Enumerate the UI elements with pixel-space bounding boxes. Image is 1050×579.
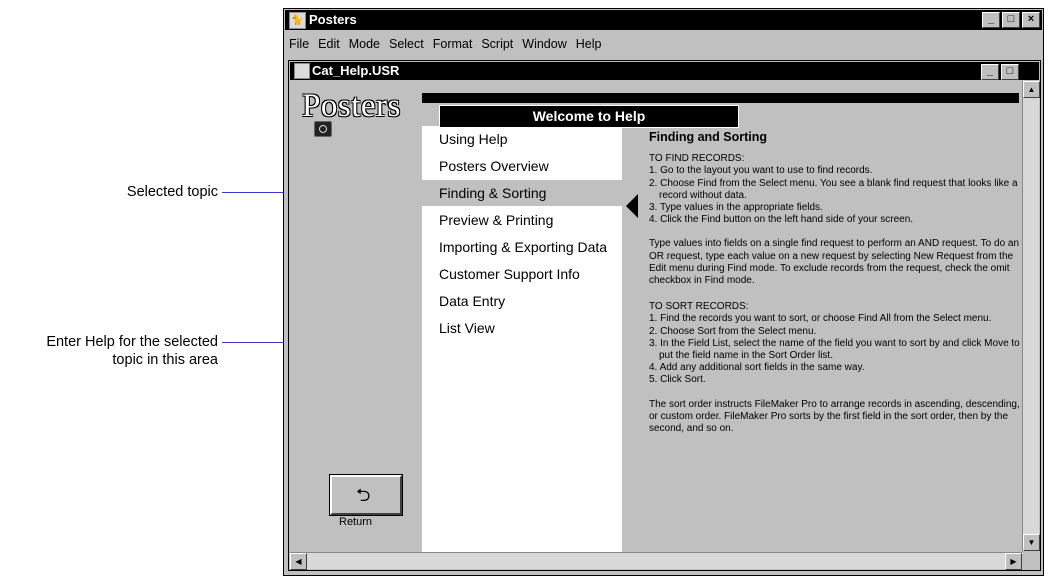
topic-posters-overview[interactable]: Posters Overview — [422, 153, 622, 179]
callout-enter-help-line1: Enter Help for the selected — [46, 334, 218, 350]
help-text-area[interactable]: Finding and Sorting TO FIND RECORDS: 1. … — [649, 131, 1021, 447]
document-minimize-button[interactable]: _ — [981, 64, 999, 80]
topic-data-entry[interactable]: Data Entry — [422, 288, 622, 314]
app-icon[interactable]: 🐈 — [289, 12, 306, 29]
sort-title: TO SORT RECORDS: — [649, 301, 749, 313]
app-titlebar[interactable]: 🐈 Posters _ □ × — [285, 10, 1042, 30]
menu-script[interactable]: Script — [478, 33, 519, 53]
resize-grip-icon[interactable] — [1023, 553, 1039, 569]
minimize-button[interactable]: _ — [982, 12, 1000, 28]
horizontal-scrollbar[interactable]: ◀ ▶ — [290, 552, 1022, 570]
maximize-button[interactable]: □ — [1002, 12, 1020, 28]
callout-enter-help-line2: topic in this area — [112, 352, 218, 368]
find-title: TO FIND RECORDS: — [649, 153, 745, 165]
menu-help[interactable]: Help — [573, 33, 608, 53]
menu-mode[interactable]: Mode — [346, 33, 386, 53]
vertical-scrollbar[interactable]: ▲ ▼ — [1022, 81, 1040, 551]
scroll-up-icon[interactable]: ▲ — [1023, 81, 1040, 98]
topic-customer-support[interactable]: Customer Support Info — [422, 261, 622, 287]
sort-step: 5. Click Sort. — [649, 374, 706, 386]
document-window: Cat_Help.USR _ □ Posters Using Help Post… — [288, 60, 1041, 571]
help-heading: Finding and Sorting — [649, 130, 768, 144]
layout-area: Posters Using Help Posters Overview Find… — [292, 83, 1021, 559]
topic-preview-printing[interactable]: Preview & Printing — [422, 207, 622, 233]
menu-bar: File Edit Mode Select Format Script Wind… — [286, 33, 607, 53]
menu-select[interactable]: Select — [386, 33, 430, 53]
return-button[interactable]: ⮌ — [330, 475, 402, 515]
menu-file[interactable]: File — [286, 33, 315, 53]
find-step: 4. Click the Find button on the left han… — [649, 214, 914, 226]
callout-enter-help: Enter Help for the selected topic in thi… — [0, 333, 218, 369]
menu-edit[interactable]: Edit — [315, 33, 346, 53]
document-titlebar[interactable]: Cat_Help.USR _ □ — [290, 62, 1039, 80]
scroll-down-icon[interactable]: ▼ — [1023, 534, 1040, 551]
sort-step: 4. Add any additional sort fields in the… — [649, 362, 865, 374]
app-window: 🐈 Posters _ □ × File Edit Mode Select Fo… — [283, 8, 1044, 576]
scroll-left-icon[interactable]: ◀ — [290, 553, 307, 570]
scroll-right-icon[interactable]: ▶ — [1005, 553, 1022, 570]
topic-list: Using Help Posters Overview Finding & So… — [422, 126, 622, 559]
window-controls: _ □ × — [982, 12, 1040, 28]
sort-step: 2. Choose Sort from the Select menu. — [649, 325, 817, 337]
return-arrow-icon: ⮌ — [356, 485, 371, 505]
find-step: 2. Choose Find from the Select menu. You… — [649, 177, 1018, 201]
app-title: Posters — [309, 12, 357, 27]
find-step: 3. Type values in the appropriate fields… — [649, 202, 823, 214]
posters-logo: Posters — [302, 88, 401, 124]
camera-icon — [314, 121, 332, 137]
document-icon[interactable] — [294, 63, 310, 79]
selected-topic-arrow-icon — [626, 194, 638, 218]
topic-using-help[interactable]: Using Help — [422, 126, 622, 152]
and-or-paragraph: Type values into fields on a single find… — [649, 238, 1020, 287]
callout-selected-topic: Selected topic — [126, 184, 218, 200]
topic-importing-exporting[interactable]: Importing & Exporting Data — [422, 234, 622, 260]
topic-finding-sorting[interactable]: Finding & Sorting — [422, 180, 622, 206]
menu-format[interactable]: Format — [430, 33, 479, 53]
header-bar — [422, 93, 1019, 103]
return-label: Return — [339, 516, 373, 528]
topic-list-view[interactable]: List View — [422, 315, 622, 341]
menu-window[interactable]: Window — [519, 33, 572, 53]
sort-step: 1. Find the records you want to sort, or… — [649, 313, 992, 325]
sort-step: 3. In the Field List, select the name of… — [649, 337, 1020, 362]
sort-order-paragraph: The sort order instructs FileMaker Pro t… — [649, 398, 1020, 435]
close-button[interactable]: × — [1022, 12, 1040, 28]
find-step: 1. Go to the layout you want to use to f… — [649, 165, 873, 177]
document-maximize-button[interactable]: □ — [1001, 64, 1019, 80]
welcome-banner: Welcome to Help — [439, 105, 739, 128]
document-title: Cat_Help.USR — [312, 63, 400, 78]
document-window-controls: _ □ — [981, 64, 1019, 80]
